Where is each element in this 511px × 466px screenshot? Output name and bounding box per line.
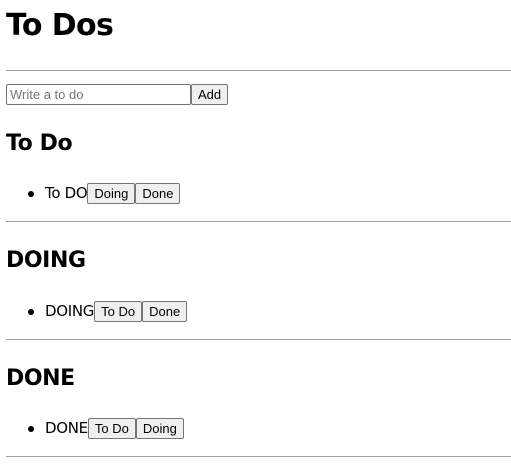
section-divider-doing [6, 339, 511, 340]
list-item: DOING To Do Done [6, 301, 188, 322]
todo-input[interactable] [6, 84, 191, 105]
done-list: DONE To Do Doing [6, 418, 184, 439]
move-to-todo-button[interactable]: To Do [94, 301, 143, 322]
list-item: DONE To Do Doing [6, 418, 184, 439]
move-to-done-button[interactable]: Done [135, 183, 181, 204]
move-to-doing-button[interactable]: Doing [87, 183, 136, 204]
bullet-icon [28, 425, 34, 432]
section-title-todo: To Do [6, 131, 73, 156]
bullet-icon [28, 190, 34, 197]
list-item: To DO Doing Done [6, 183, 181, 204]
todo-list: To DO Doing Done [6, 183, 181, 204]
section-title-done: DONE [6, 366, 75, 391]
section-title-doing: DOING [6, 248, 86, 273]
doing-list: DOING To Do Done [6, 301, 188, 322]
move-to-doing-button[interactable]: Doing [135, 418, 184, 439]
section-divider-done [6, 456, 511, 457]
section-divider-todo [6, 221, 511, 222]
move-to-done-button[interactable]: Done [142, 301, 188, 322]
item-text: To DO [45, 184, 88, 202]
add-button[interactable]: Add [191, 84, 229, 105]
move-to-todo-button[interactable]: To Do [87, 418, 136, 439]
header-divider [6, 70, 511, 71]
page-title: To Dos [6, 8, 114, 43]
bullet-icon [28, 308, 34, 315]
item-text: DONE [45, 419, 88, 437]
add-todo-form: Add [6, 84, 229, 105]
item-text: DOING [45, 302, 95, 320]
